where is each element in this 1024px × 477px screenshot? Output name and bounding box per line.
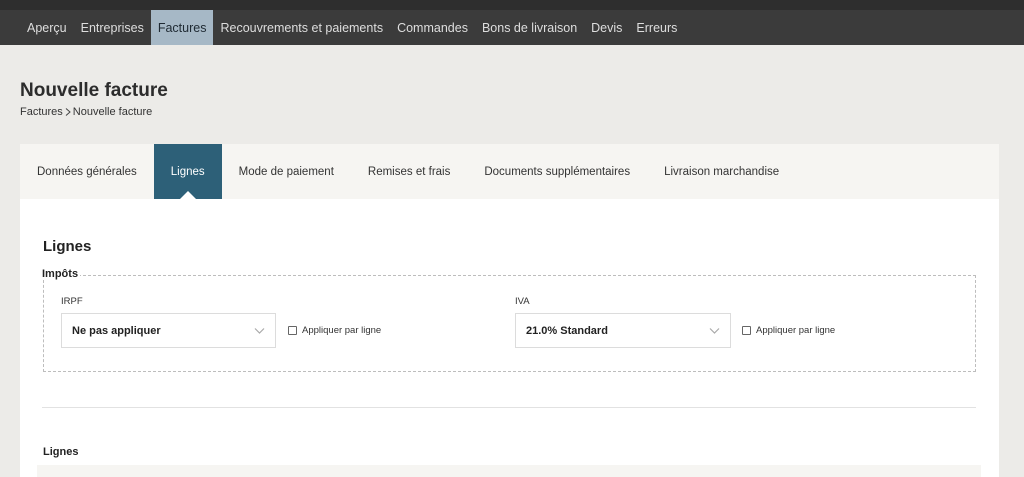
chevron-down-icon [254, 326, 265, 338]
nav-item-entreprises[interactable]: Entreprises [74, 10, 151, 45]
page-title: Nouvelle facture [20, 80, 168, 101]
iva-apply-per-line-checkbox[interactable]: Appliquer par ligne [742, 325, 835, 336]
lines-table-header [37, 465, 981, 477]
lines-subtitle: Lignes [43, 446, 79, 458]
chevron-down-icon [709, 326, 720, 338]
section-divider [42, 407, 976, 408]
iva-select-value: 21.0% Standard [526, 324, 608, 337]
tab-livraison-marchandise[interactable]: Livraison marchandise [647, 144, 796, 199]
nav-item-erreurs[interactable]: Erreurs [629, 10, 684, 45]
iva-select[interactable]: 21.0% Standard [515, 313, 731, 348]
top-strip [0, 0, 1024, 10]
breadcrumb: Factures Nouvelle facture [20, 106, 152, 118]
irpf-apply-per-line-checkbox[interactable]: Appliquer par ligne [288, 325, 381, 336]
irpf-select-value: Ne pas appliquer [72, 324, 161, 337]
taxes-legend: Impôts [42, 268, 81, 280]
invoice-card: Données générales Lignes Mode de paiemen… [20, 144, 999, 477]
irpf-select[interactable]: Ne pas appliquer [61, 313, 276, 348]
breadcrumb-factures-link[interactable]: Factures [20, 106, 63, 118]
nav-item-factures[interactable]: Factures [150, 10, 214, 45]
irpf-apply-per-line-label: Appliquer par ligne [302, 325, 382, 336]
checkbox-icon [742, 326, 751, 335]
nav-item-apercu[interactable]: Aperçu [20, 10, 74, 45]
nav-item-bons-de-livraison[interactable]: Bons de livraison [475, 10, 584, 45]
tab-bar: Données générales Lignes Mode de paiemen… [20, 144, 999, 199]
main-nav: Aperçu Entreprises Factures Recouvrement… [0, 10, 1024, 45]
iva-label: IVA [515, 296, 530, 307]
checkbox-icon [288, 326, 297, 335]
tab-documents-supplementaires[interactable]: Documents supplémentaires [467, 144, 647, 199]
breadcrumb-current: Nouvelle facture [72, 106, 153, 118]
tab-donnees-generales[interactable]: Données générales [20, 144, 154, 199]
nav-item-commandes[interactable]: Commandes [390, 10, 475, 45]
section-title: Lignes [43, 238, 92, 255]
nav-item-recouvrements[interactable]: Recouvrements et paiements [213, 10, 390, 45]
tab-mode-de-paiement[interactable]: Mode de paiement [222, 144, 351, 199]
tab-lignes[interactable]: Lignes [153, 144, 222, 199]
nav-item-devis[interactable]: Devis [584, 10, 629, 45]
iva-apply-per-line-label: Appliquer par ligne [756, 325, 836, 336]
tab-remises-et-frais[interactable]: Remises et frais [351, 144, 467, 199]
irpf-label: IRPF [61, 296, 83, 307]
chevron-right-icon [63, 107, 73, 117]
